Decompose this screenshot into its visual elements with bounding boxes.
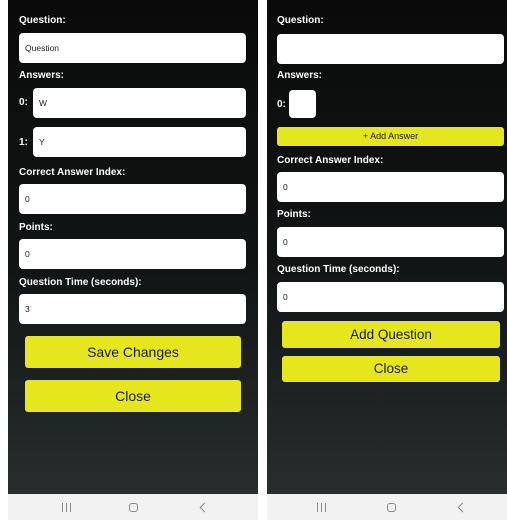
answer-input[interactable]: Y	[33, 127, 246, 157]
recent-apps-icon[interactable]	[56, 494, 76, 520]
answers-label: Answers:	[277, 70, 323, 81]
recent-apps-icon[interactable]	[311, 494, 331, 520]
answer-input[interactable]: W	[33, 88, 246, 118]
close-button[interactable]: Close	[25, 380, 241, 412]
question-label: Question:	[277, 15, 324, 26]
points-input[interactable]: 0	[19, 239, 246, 269]
add-question-button[interactable]: Add Question	[282, 321, 500, 348]
back-icon[interactable]	[452, 494, 472, 520]
points-label: Points:	[277, 209, 311, 220]
question-input[interactable]: Question	[19, 33, 246, 63]
answer-index-label: 1:	[19, 137, 28, 148]
back-icon[interactable]	[194, 494, 214, 520]
answers-label: Answers:	[19, 70, 65, 81]
save-changes-button[interactable]: Save Changes	[25, 336, 241, 368]
answer-index-label: 0:	[19, 97, 28, 108]
answer-input[interactable]	[289, 90, 316, 118]
app-background: Question: Answers: 0: + Add Answer Corre…	[267, 0, 507, 494]
add-question-screen: Question: Answers: 0: + Add Answer Corre…	[267, 0, 507, 520]
system-navigation-bar	[267, 494, 507, 520]
answer-index-label: 0:	[277, 99, 286, 110]
question-time-label: Question Time (seconds):	[19, 277, 142, 288]
edit-question-screen: Question: Question Answers: 0: W 1: Y Co…	[8, 0, 258, 520]
points-input[interactable]: 0	[277, 227, 504, 257]
question-input[interactable]	[277, 34, 504, 64]
question-label: Question:	[19, 15, 66, 26]
app-background: Question: Question Answers: 0: W 1: Y Co…	[8, 0, 258, 494]
add-answer-button[interactable]: + Add Answer	[277, 127, 504, 146]
correct-answer-index-label: Correct Answer Index:	[19, 167, 126, 178]
home-icon[interactable]	[123, 494, 143, 520]
correct-answer-index-input[interactable]: 0	[19, 184, 246, 214]
question-time-label: Question Time (seconds):	[277, 264, 400, 275]
points-label: Points:	[19, 222, 53, 233]
system-navigation-bar	[8, 494, 258, 520]
correct-answer-index-input[interactable]: 0	[277, 172, 504, 202]
close-button[interactable]: Close	[282, 356, 500, 382]
home-icon[interactable]	[381, 494, 401, 520]
question-time-input[interactable]: 0	[277, 282, 504, 312]
question-time-input[interactable]: 3	[19, 294, 246, 324]
correct-answer-index-label: Correct Answer Index:	[277, 155, 384, 166]
